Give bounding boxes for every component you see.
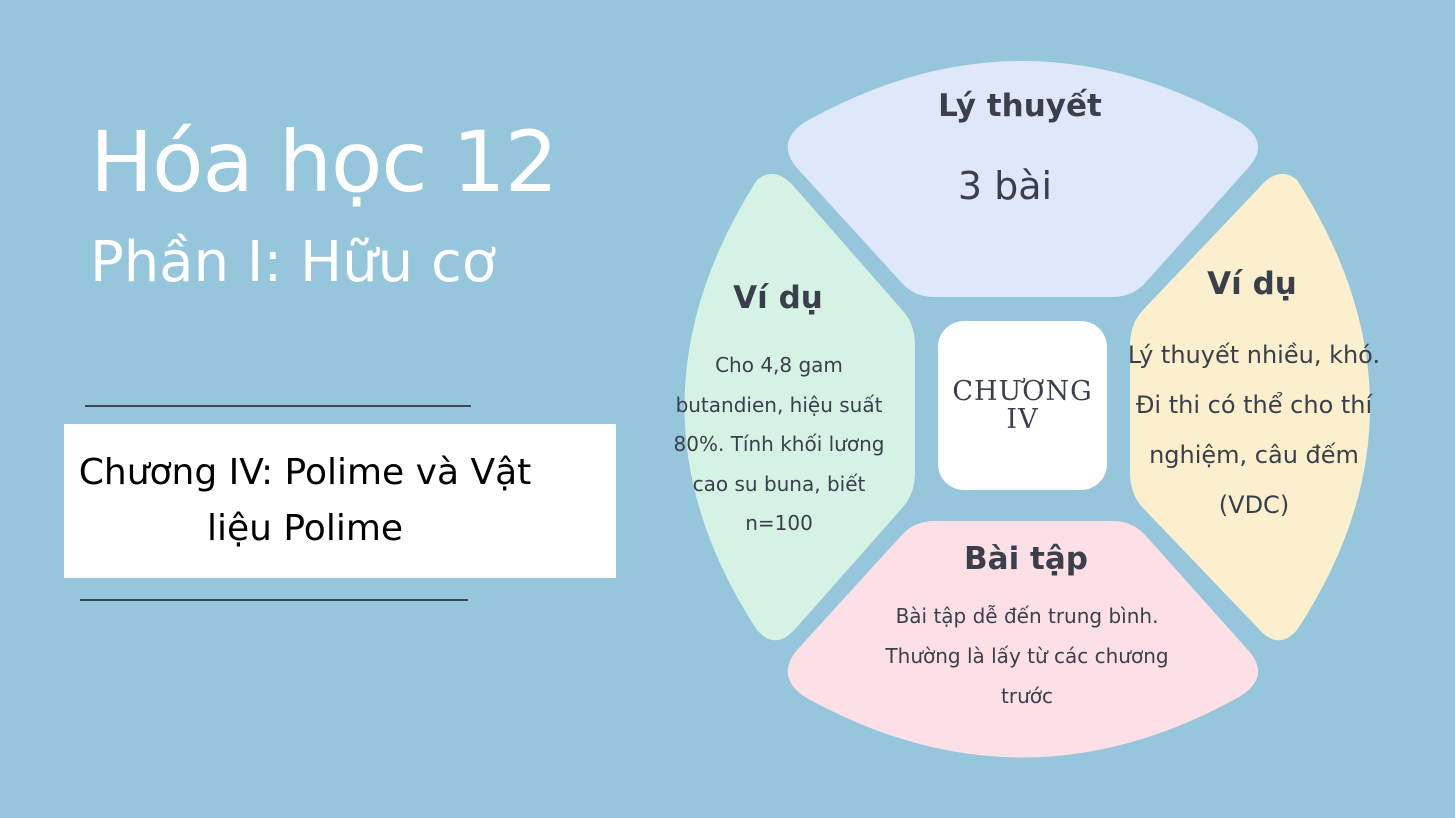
segment-top-body: 3 bài	[957, 164, 1053, 208]
segment-left-body: Cho 4,8 gam butandien, hiệu suất 80%. Tí…	[673, 353, 885, 535]
segment-left-heading: Ví dụ	[733, 280, 823, 316]
center-label: CHƯƠNG IV	[952, 375, 1093, 435]
segment-bottom-body: Bài tập dễ đến trung bình. Thường là lấy…	[885, 604, 1169, 708]
center-box: CHƯƠNG IV	[938, 321, 1107, 490]
segment-bottom-heading: Bài tập	[964, 541, 1088, 577]
segment-right-body: Lý thuyết nhiều, khó. Đi thi có thể cho …	[1127, 341, 1381, 519]
segment-top-heading: Lý thuyết	[938, 88, 1102, 124]
segment-right-heading: Ví dụ	[1207, 266, 1297, 302]
